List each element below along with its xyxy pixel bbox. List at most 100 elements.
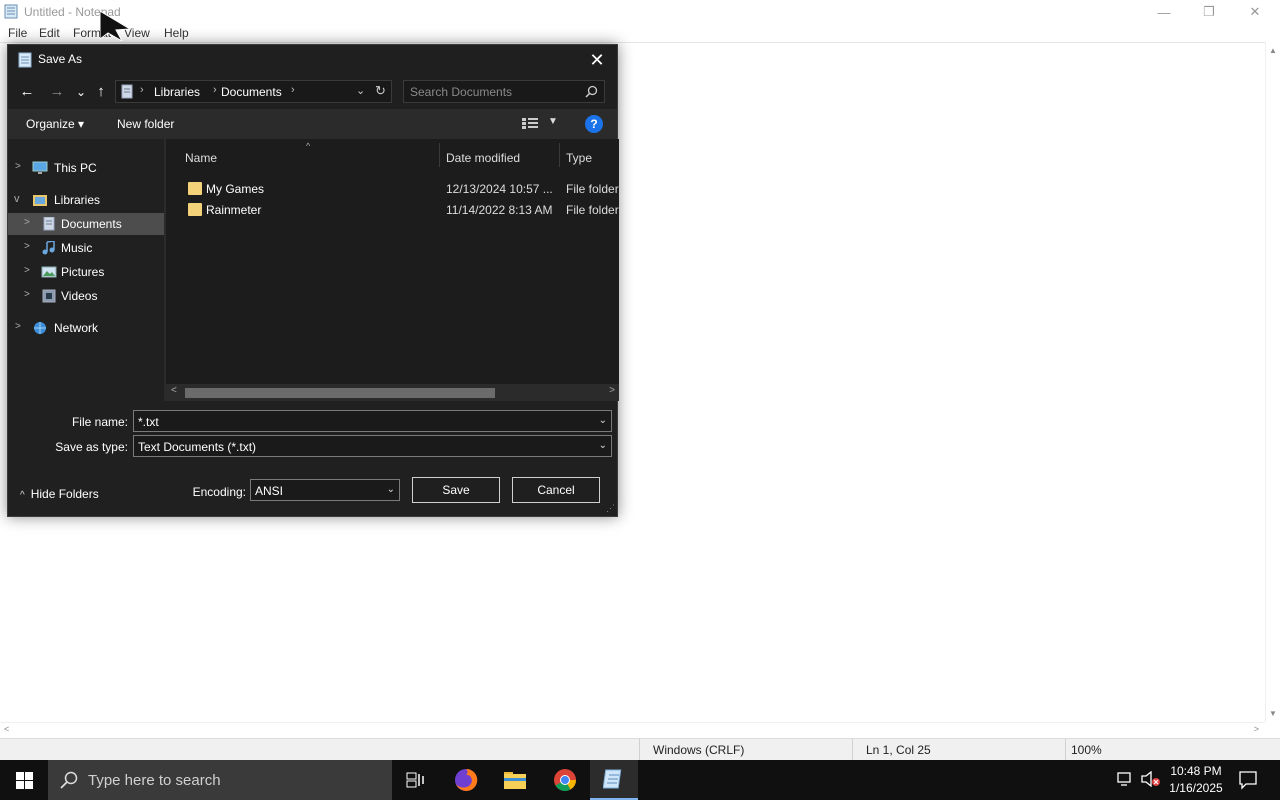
search-icon <box>60 771 78 789</box>
nav-item-music[interactable]: > Music <box>8 237 164 259</box>
organize-button[interactable]: Organize ▾ <box>26 117 84 131</box>
vertical-scrollbar[interactable]: ▲ ▼ <box>1265 42 1280 722</box>
forward-arrow-icon[interactable]: → <box>47 82 67 102</box>
breadcrumb-documents[interactable]: Documents <box>221 85 282 99</box>
file-name-label: File name: <box>71 415 128 429</box>
file-date: 12/13/2024 10:57 ... <box>446 182 553 196</box>
status-zoom: 100% <box>1065 739 1280 761</box>
menu-bar: File Edit Format View Help <box>0 24 1280 42</box>
recent-locations-icon[interactable]: ⌄ <box>71 82 91 102</box>
hide-folders-button[interactable]: ^ Hide Folders <box>20 487 99 501</box>
column-header-date-modified[interactable]: Date modified <box>446 151 520 165</box>
menu-help[interactable]: Help <box>164 26 189 40</box>
nav-item-documents[interactable]: > Documents <box>8 213 164 235</box>
scroll-left-icon[interactable]: < <box>171 385 177 396</box>
chevron-right-icon[interactable]: > <box>15 321 21 332</box>
breadcrumb-separator-icon: › <box>213 84 217 96</box>
chevron-down-icon[interactable]: v <box>14 193 20 205</box>
back-arrow-icon[interactable]: ← <box>17 82 37 102</box>
nav-item-pictures[interactable]: > Pictures <box>8 261 164 283</box>
nav-item-videos[interactable]: > Videos <box>8 285 164 307</box>
chevron-right-icon[interactable]: > <box>15 161 21 172</box>
scroll-down-icon[interactable]: ▼ <box>1269 709 1277 718</box>
start-button[interactable] <box>0 760 48 800</box>
chevron-right-icon[interactable]: > <box>24 265 30 276</box>
chevron-right-icon[interactable]: > <box>24 289 30 300</box>
help-icon[interactable]: ? <box>585 115 603 133</box>
nav-item-network[interactable]: > Network <box>8 317 164 339</box>
column-header-name[interactable]: Name <box>185 151 217 165</box>
encoding-select[interactable]: ANSI ⌄ <box>250 479 400 501</box>
refresh-icon[interactable]: ↻ <box>375 83 386 99</box>
chevron-right-icon[interactable]: > <box>24 241 30 252</box>
view-dropdown-icon[interactable]: ▼ <box>548 116 558 127</box>
file-name-combobox[interactable]: *.txt ⌄ <box>133 410 612 432</box>
resize-grip-icon[interactable]: ⋰ <box>606 503 615 514</box>
file-row[interactable]: Rainmeter 11/14/2022 8:13 AM File folder <box>166 200 619 221</box>
nav-item-label: Network <box>54 321 99 335</box>
videos-icon <box>42 289 56 303</box>
taskbar-firefox[interactable] <box>442 760 490 800</box>
nav-item-libraries[interactable]: v Libraries <box>8 189 164 211</box>
taskbar-chrome[interactable] <box>541 760 589 800</box>
menu-file[interactable]: File <box>8 26 27 40</box>
folder-icon <box>188 182 202 195</box>
minimize-button[interactable]: — <box>1141 0 1187 24</box>
search-input[interactable] <box>410 84 580 100</box>
network-status-icon[interactable] <box>1117 771 1135 787</box>
column-header-type[interactable]: Type <box>566 151 592 165</box>
navigation-pane: > This PC v Libraries > Documents > Musi… <box>8 139 164 401</box>
scroll-right-icon[interactable]: > <box>609 385 615 396</box>
file-row[interactable]: My Games 12/13/2024 10:57 ... File folde… <box>166 179 619 200</box>
taskbar-notepad[interactable] <box>590 760 638 800</box>
close-button[interactable]: ✕ <box>1232 0 1278 24</box>
save-button[interactable]: Save <box>412 477 500 503</box>
chevron-right-icon[interactable]: > <box>24 217 30 228</box>
nav-item-this-pc[interactable]: > This PC <box>8 157 164 179</box>
breadcrumb-separator-icon[interactable]: › <box>291 84 295 96</box>
breadcrumb-libraries[interactable]: Libraries <box>154 85 200 99</box>
volume-muted-icon[interactable] <box>1141 771 1161 787</box>
scrollbar-thumb[interactable] <box>185 388 495 398</box>
search-icon[interactable] <box>585 85 598 98</box>
view-options-icon[interactable] <box>522 118 538 130</box>
task-view-button[interactable] <box>392 760 440 800</box>
file-list-horizontal-scrollbar[interactable]: < > <box>166 384 619 401</box>
chevron-down-icon[interactable]: ⌄ <box>599 415 607 426</box>
notepad-icon <box>603 769 622 789</box>
scroll-right-icon[interactable]: > <box>1254 724 1259 734</box>
menu-edit[interactable]: Edit <box>39 26 60 40</box>
cancel-button[interactable]: Cancel <box>512 477 600 503</box>
dialog-title: Save As <box>38 52 83 66</box>
hide-folders-label: Hide Folders <box>30 487 99 501</box>
save-as-type-select[interactable]: Text Documents (*.txt) ⌄ <box>133 435 612 457</box>
breadcrumb-separator-icon: › <box>140 84 144 96</box>
scroll-up-icon[interactable]: ▲ <box>1269 46 1277 55</box>
search-box[interactable] <box>403 80 605 103</box>
status-bar: Windows (CRLF) Ln 1, Col 25 100% <box>0 738 1280 761</box>
taskbar-search-box[interactable]: Type here to search <box>48 760 392 800</box>
file-name: My Games <box>206 182 265 196</box>
horizontal-scrollbar[interactable]: < > <box>0 722 1265 737</box>
column-divider[interactable] <box>559 143 560 167</box>
dialog-close-button[interactable]: ✕ <box>585 49 609 71</box>
taskbar-file-explorer[interactable] <box>491 760 539 800</box>
navigation-bar: ← → ⌄ ↑ › Libraries › Documents › ⌄ ↻ <box>8 75 617 109</box>
task-view-icon <box>406 772 424 788</box>
new-folder-button[interactable]: New folder <box>117 117 174 131</box>
music-icon <box>42 241 55 255</box>
scroll-left-icon[interactable]: < <box>4 724 9 734</box>
up-arrow-icon[interactable]: ↑ <box>91 82 111 102</box>
sort-ascending-icon: ^ <box>306 141 311 151</box>
column-divider[interactable] <box>439 143 440 167</box>
firefox-icon <box>455 768 478 791</box>
file-name-input[interactable]: *.txt <box>138 415 159 429</box>
address-bar[interactable]: › Libraries › Documents › ⌄ ↻ <box>115 80 392 103</box>
restore-button[interactable]: ❐ <box>1186 0 1232 24</box>
dialog-footer: File name: *.txt ⌄ Save as type: Text Do… <box>8 401 617 516</box>
notification-center-icon[interactable] <box>1238 770 1258 790</box>
chevron-down-icon[interactable]: ⌄ <box>599 440 607 451</box>
chevron-down-icon[interactable]: ⌄ <box>356 84 365 97</box>
taskbar-clock[interactable]: 10:48 PM 1/16/2025 <box>1160 763 1232 797</box>
chevron-down-icon[interactable]: ⌄ <box>387 484 395 495</box>
